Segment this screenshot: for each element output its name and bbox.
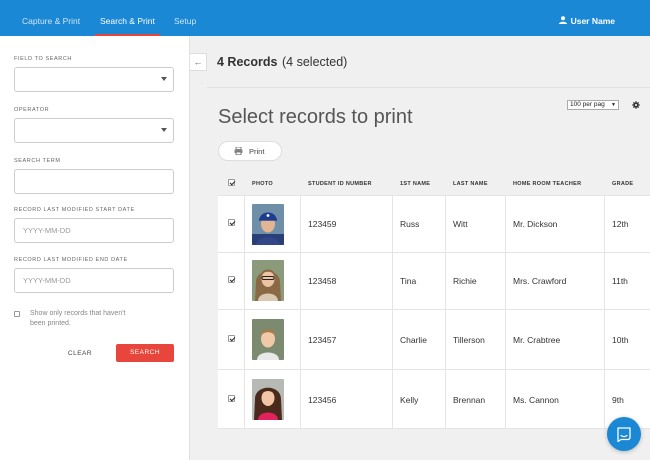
gear-icon[interactable] bbox=[632, 101, 640, 109]
collapse-sidebar-button[interactable]: ← bbox=[190, 53, 207, 71]
col-last-name: LAST NAME bbox=[453, 181, 488, 187]
print-button[interactable]: Print bbox=[218, 141, 282, 161]
table-row[interactable]: 123456 Kelly Brennan Ms. Cannon 9th bbox=[218, 369, 650, 429]
student-photo bbox=[252, 379, 284, 420]
user-icon bbox=[558, 16, 567, 25]
start-date-label: RECORD LAST MODIFIED START DATE bbox=[14, 207, 135, 213]
table-row[interactable]: 123458 Tina Richie Mrs. Crawford 11th bbox=[218, 252, 650, 309]
col-grade: GRADE bbox=[612, 181, 634, 187]
records-header: 4 Records (4 selected) bbox=[207, 36, 650, 88]
home-room-teacher: Mr. Dickson bbox=[513, 219, 558, 229]
end-date-input[interactable] bbox=[15, 269, 173, 292]
field-to-search-select[interactable] bbox=[14, 67, 174, 92]
search-term-label: SEARCH TERM bbox=[14, 158, 61, 164]
first-name: Russ bbox=[400, 219, 420, 229]
top-nav-bar: Capture & Print Search & Print Setup Use… bbox=[0, 0, 650, 36]
chevron-down-icon bbox=[161, 128, 167, 132]
first-name: Kelly bbox=[400, 395, 419, 405]
operator-select[interactable] bbox=[14, 118, 174, 143]
arrow-left-icon: ← bbox=[193, 57, 203, 67]
student-id: 123456 bbox=[308, 395, 337, 405]
last-name: Richie bbox=[453, 276, 477, 286]
first-name: Tina bbox=[400, 276, 417, 286]
search-button[interactable]: SEARCH bbox=[116, 344, 174, 362]
table-row[interactable]: 123457 Charlie Tillerson Mr. Crabtree 10… bbox=[218, 309, 650, 369]
tab-setup[interactable]: Setup bbox=[174, 0, 196, 36]
tab-search-print[interactable]: Search & Print bbox=[95, 0, 160, 36]
row-checkbox[interactable] bbox=[228, 335, 235, 342]
operator-label: OPERATOR bbox=[14, 107, 50, 113]
col-home-room-teacher: HOME ROOM TEACHER bbox=[513, 181, 582, 187]
student-photo bbox=[252, 260, 284, 301]
printer-icon bbox=[234, 147, 243, 155]
unprinted-only-checkbox[interactable] bbox=[14, 311, 20, 317]
last-name: Brennan bbox=[453, 395, 486, 405]
grade: 11th bbox=[612, 276, 628, 286]
last-name: Witt bbox=[453, 219, 468, 229]
grade: 10th bbox=[612, 335, 629, 345]
row-checkbox[interactable] bbox=[228, 219, 235, 226]
grade: 12th bbox=[612, 219, 629, 229]
col-photo: PHOTO bbox=[252, 181, 273, 187]
grade: 9th bbox=[612, 395, 624, 405]
search-term-input[interactable] bbox=[15, 170, 173, 193]
student-id: 123459 bbox=[308, 219, 337, 229]
unprinted-only-label: Show only records that haven't been prin… bbox=[30, 310, 126, 327]
field-to-search-label: FIELD TO SEARCH bbox=[14, 56, 73, 62]
first-name: Charlie bbox=[400, 335, 427, 345]
page-title: Select records to print bbox=[218, 106, 413, 128]
user-menu[interactable]: User Name bbox=[558, 0, 615, 36]
start-date-field[interactable] bbox=[14, 218, 174, 243]
col-first-name: 1ST NAME bbox=[400, 181, 431, 187]
col-student-id: STUDENT ID NUMBER bbox=[308, 181, 372, 187]
start-date-input[interactable] bbox=[15, 219, 173, 242]
tab-capture-print[interactable]: Capture & Print bbox=[22, 0, 80, 36]
end-date-field[interactable] bbox=[14, 268, 174, 293]
end-date-label: RECORD LAST MODIFIED END DATE bbox=[14, 257, 128, 263]
per-page-select[interactable]: 100 per pag ▼ bbox=[567, 100, 619, 110]
student-id: 123457 bbox=[308, 335, 337, 345]
records-count: 4 Records bbox=[217, 55, 278, 69]
records-selected: (4 selected) bbox=[282, 55, 348, 69]
chat-launcher-button[interactable] bbox=[607, 417, 641, 451]
select-all-checkbox[interactable] bbox=[228, 179, 235, 186]
search-term-field[interactable] bbox=[14, 169, 174, 194]
student-photo bbox=[252, 204, 284, 245]
row-checkbox[interactable] bbox=[228, 276, 235, 283]
chevron-down-icon: ▼ bbox=[611, 102, 616, 108]
search-sidebar: FIELD TO SEARCH OPERATOR SEARCH TERM REC… bbox=[0, 36, 190, 460]
print-label: Print bbox=[249, 147, 265, 156]
table-header: PHOTO STUDENT ID NUMBER 1ST NAME LAST NA… bbox=[218, 173, 650, 195]
student-photo bbox=[252, 319, 284, 360]
last-name: Tillerson bbox=[453, 335, 485, 345]
home-room-teacher: Mr. Crabtree bbox=[513, 335, 561, 345]
user-name: User Name bbox=[570, 16, 615, 26]
row-checkbox[interactable] bbox=[228, 395, 235, 402]
student-id: 123458 bbox=[308, 276, 337, 286]
table-row[interactable]: 123459 Russ Witt Mr. Dickson 12th bbox=[218, 195, 650, 252]
home-room-teacher: Ms. Cannon bbox=[513, 395, 559, 405]
chevron-down-icon bbox=[161, 77, 167, 81]
home-room-teacher: Mrs. Crawford bbox=[513, 276, 567, 286]
per-page-value: 100 per pag bbox=[570, 101, 605, 108]
clear-button[interactable]: CLEAR bbox=[60, 345, 100, 362]
chat-icon bbox=[617, 427, 631, 442]
